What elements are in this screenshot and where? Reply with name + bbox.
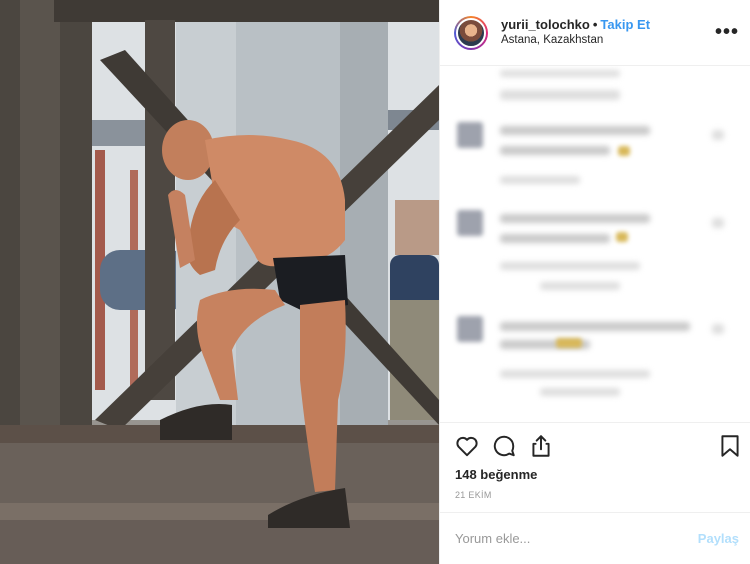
share-icon[interactable] (528, 433, 554, 459)
likes-count[interactable]: 148 beğenme (455, 467, 537, 482)
blurred-text (540, 388, 620, 396)
blurred-text (500, 262, 640, 270)
separator-dot: • (592, 16, 598, 32)
location-link[interactable]: Astana, Kazakhstan (501, 33, 650, 48)
blurred-text (500, 126, 650, 135)
blurred-text (500, 234, 610, 243)
avatar[interactable] (454, 15, 488, 50)
blurred-text (500, 176, 580, 184)
post-photo[interactable] (0, 0, 439, 564)
username-link[interactable]: yurii_tolochko (501, 17, 590, 32)
action-bar: 148 beğenme 21 EKİM (440, 422, 750, 512)
blurred-text (500, 146, 610, 155)
comment-input[interactable] (455, 531, 698, 546)
comment-form: Paylaş (440, 512, 750, 564)
blurred-avatar (457, 316, 483, 342)
user-line: yurii_tolochko • Takip Et (501, 17, 650, 34)
bookmark-icon[interactable] (717, 433, 743, 459)
avatar-image (456, 17, 486, 48)
follow-button[interactable]: Takip Et (600, 17, 650, 32)
comments-list (440, 66, 750, 422)
blurred-avatar (457, 210, 483, 236)
post-header: yurii_tolochko • Takip Et Astana, Kazakhst… (440, 0, 750, 66)
blurred-heart (712, 130, 724, 140)
blurred-text (500, 370, 650, 378)
more-horizontal-icon[interactable]: ••• (715, 22, 739, 42)
blurred-emoji (618, 146, 630, 156)
blurred-emoji (556, 338, 582, 348)
blurred-text (500, 322, 690, 331)
post-comment-button[interactable]: Paylaş (698, 531, 739, 546)
blurred-text (500, 214, 650, 223)
blurred-heart (712, 324, 724, 334)
instagram-post: yurii_tolochko • Takip Et Astana, Kazakhst… (0, 0, 750, 564)
blurred-text (500, 70, 620, 77)
post-date: 21 EKİM (455, 490, 492, 500)
blurred-text (500, 90, 620, 100)
blurred-avatar (457, 122, 483, 148)
heart-icon[interactable] (454, 433, 480, 459)
header-text: yurii_tolochko • Takip Et Astana, Kazakhst… (501, 17, 650, 49)
blurred-heart (712, 218, 724, 228)
comment-icon[interactable] (491, 433, 517, 459)
post-side-panel: yurii_tolochko • Takip Et Astana, Kazakhst… (439, 0, 750, 564)
blurred-text (540, 282, 620, 290)
photo-illustration (0, 0, 439, 564)
blurred-emoji (616, 232, 628, 242)
